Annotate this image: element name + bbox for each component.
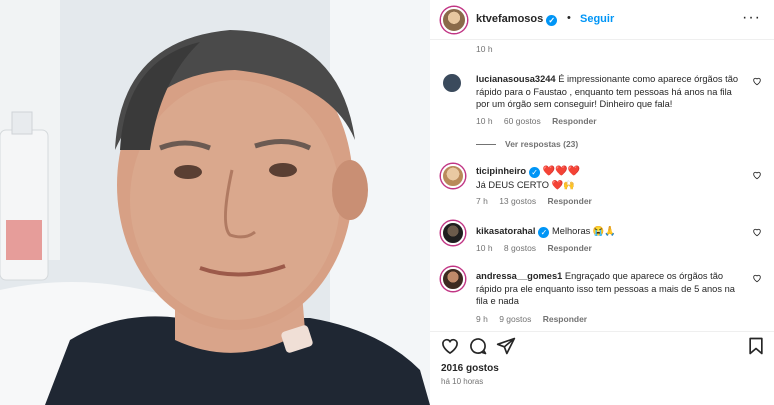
reply-button[interactable]: Responder xyxy=(552,116,596,126)
commenter-avatar[interactable] xyxy=(441,164,465,188)
comments-list[interactable]: 10 h lucianasousa3244 É impressionante c… xyxy=(430,41,774,331)
comment-icon[interactable] xyxy=(468,336,488,356)
post-photo[interactable] xyxy=(0,0,430,405)
comment-time: 10 h xyxy=(476,243,493,253)
verified-badge-icon: ✓ xyxy=(529,167,541,178)
comment-text: andressa__gomes1 Engraçado que aparece o… xyxy=(476,270,746,308)
commenter-username[interactable]: ticipinheiro xyxy=(476,166,526,176)
reply-button[interactable]: Responder xyxy=(547,243,591,253)
comment-likes[interactable]: 60 gostos xyxy=(504,116,541,126)
comment-body: Melhoras 😭🙏 xyxy=(552,226,617,236)
reply-button[interactable]: Responder xyxy=(547,196,591,206)
separator-dot: • xyxy=(567,12,571,24)
comment-body-line2: Já DEUS CERTO ❤️🙌 xyxy=(476,179,575,190)
author-avatar[interactable] xyxy=(441,7,467,33)
commenter-avatar[interactable] xyxy=(441,72,463,94)
follow-button[interactable]: Seguir xyxy=(580,13,614,25)
share-icon[interactable] xyxy=(496,336,516,356)
reply-button[interactable]: Responder xyxy=(543,314,587,324)
comment-likes[interactable]: 13 gostos xyxy=(499,196,536,206)
comment-likes[interactable]: 9 gostos xyxy=(499,314,531,324)
post-header: ktvefamosos ✓ • Seguir ··· xyxy=(430,0,774,40)
commenter-avatar[interactable] xyxy=(441,221,465,245)
commenter-username[interactable]: andressa__gomes1 xyxy=(476,271,562,281)
comment-text: ticipinheiro ✓ ❤️❤️❤️ Já DEUS CERTO ❤️🙌 xyxy=(476,165,746,191)
post-sidebar: ktvefamosos ✓ • Seguir ··· 10 h lucianaso… xyxy=(430,0,774,405)
post-actions: 2016 gostos há 10 horas xyxy=(430,331,774,405)
comment-time: 7 h xyxy=(476,196,488,206)
like-comment-icon[interactable] xyxy=(752,227,762,237)
verified-badge-icon: ✓ xyxy=(538,227,550,238)
comment-meta: 9 h 9 gostos Responder xyxy=(476,314,596,324)
comment-body: ❤️❤️❤️ xyxy=(542,166,581,177)
replies-divider xyxy=(476,143,496,145)
comment-text: kikasatorahal ✓ Melhoras 😭🙏 xyxy=(476,225,746,238)
author-username[interactable]: ktvefamosos ✓ xyxy=(476,13,558,26)
save-bookmark-icon[interactable] xyxy=(746,336,766,356)
comment-meta: 10 h 60 gostos Responder xyxy=(476,116,606,126)
comment-text: lucianasousa3244 É impressionante como a… xyxy=(476,73,746,111)
caption-time: 10 h xyxy=(476,44,493,54)
comment-time: 10 h xyxy=(476,116,493,126)
post-timestamp: há 10 horas xyxy=(441,377,484,386)
view-replies-button[interactable]: Ver respostas (23) xyxy=(476,139,578,149)
commenter-username[interactable]: lucianasousa3244 xyxy=(476,74,556,84)
like-comment-icon[interactable] xyxy=(752,170,762,180)
comment-meta: 10 h 8 gostos Responder xyxy=(476,243,601,253)
post-likes-count[interactable]: 2016 gostos xyxy=(441,363,499,374)
verified-badge-icon: ✓ xyxy=(546,15,558,26)
portrait-illustration xyxy=(0,0,430,405)
view-replies-label: Ver respostas (23) xyxy=(505,139,579,149)
comment-meta: 7 h 13 gostos Responder xyxy=(476,196,601,206)
comment-likes[interactable]: 8 gostos xyxy=(504,243,536,253)
like-comment-icon[interactable] xyxy=(752,273,762,283)
commenter-username[interactable]: kikasatorahal xyxy=(476,226,535,236)
comment-time: 9 h xyxy=(476,314,488,324)
more-options-icon[interactable]: ··· xyxy=(742,9,761,27)
commenter-avatar[interactable] xyxy=(441,267,465,291)
like-post-icon[interactable] xyxy=(440,336,460,356)
like-comment-icon[interactable] xyxy=(752,76,762,86)
